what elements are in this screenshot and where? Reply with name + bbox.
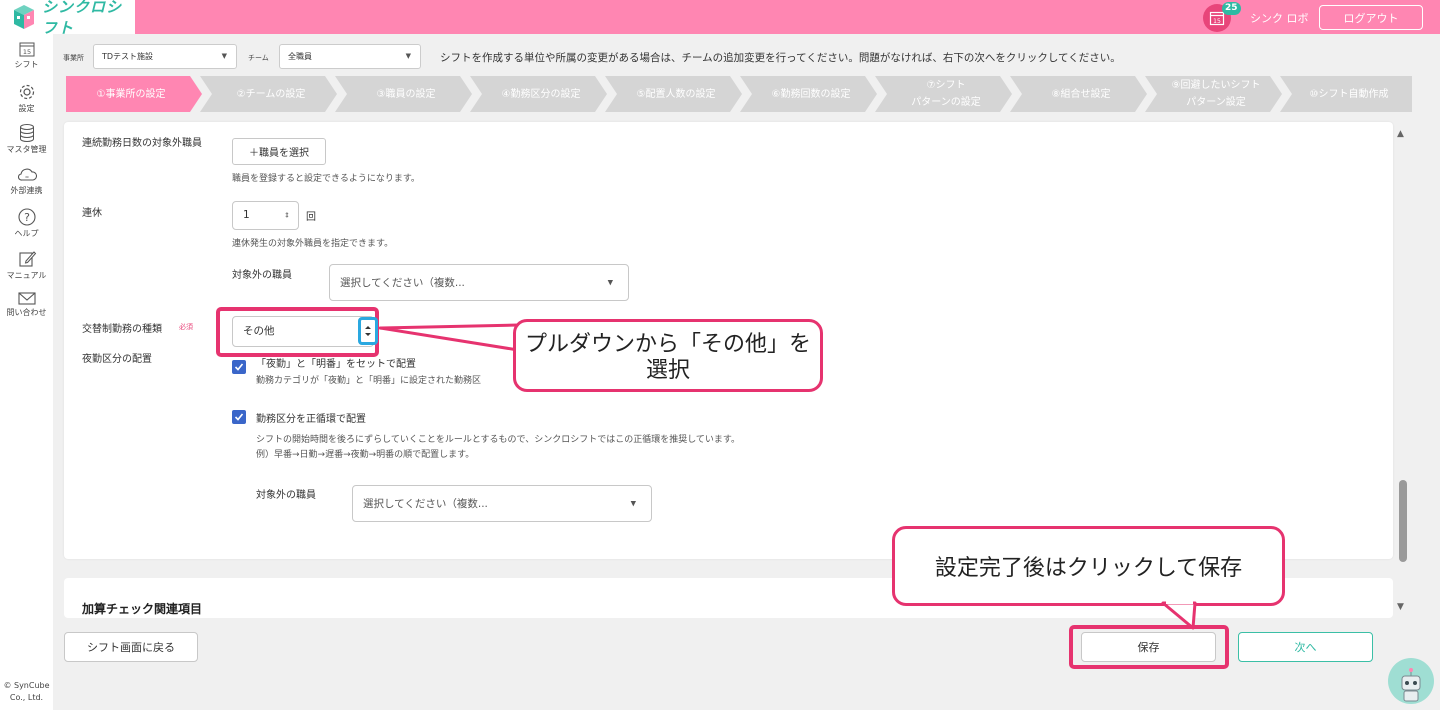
highlight-save-button xyxy=(1069,625,1229,669)
rotation-hint-2: 例）早番→日勤→遅番→夜勤→明番の順で配置します。 xyxy=(256,450,475,460)
sidebar-item-contact[interactable]: 問い合わせ xyxy=(0,290,53,318)
excluded-staff-label-2: 対象外の職員 xyxy=(256,490,316,501)
svg-text:?: ? xyxy=(24,211,30,224)
user-name: シンク ロボ xyxy=(1250,12,1309,25)
rotation-label: 勤務区分を正循環で配置 xyxy=(256,414,366,425)
callout-pointer-1 xyxy=(378,323,520,352)
team-filter-label: チーム xyxy=(248,54,269,62)
sidebar-item-label: マニュアル xyxy=(6,271,47,280)
sidebar-item-help[interactable]: ? ヘルプ xyxy=(0,207,53,239)
step-7[interactable]: ⑦シフト パターンの設定 xyxy=(881,76,1011,112)
callout-select-other: プルダウンから「その他」を 選択 xyxy=(513,319,823,392)
excluded-staff-select[interactable]: 選択してください（複数... ▼ xyxy=(329,264,629,301)
callout-save: 設定完了後はクリックして保存 xyxy=(892,526,1285,606)
svg-text:∞: ∞ xyxy=(24,175,28,181)
svg-text:15: 15 xyxy=(22,48,30,56)
logo-cube-icon xyxy=(12,4,36,30)
sidebar-item-label: ヘルプ xyxy=(14,229,39,238)
night-set-checkbox[interactable] xyxy=(232,360,246,374)
step-4[interactable]: ④勤務区分の設定 xyxy=(476,76,606,112)
mail-icon xyxy=(17,292,36,305)
step-8[interactable]: ⑧組合せ設定 xyxy=(1016,76,1146,112)
step-2[interactable]: ②チームの設定 xyxy=(206,76,336,112)
highlight-dropdown-arrow xyxy=(358,317,378,345)
sidebar: 15 シフト 設定 マスタ管理 ∞ 外部連携 ? ヘルプ マニュアル 問い合わせ… xyxy=(0,34,53,710)
step-1[interactable]: ①事業所の設定 xyxy=(66,76,196,112)
scroll-down-icon[interactable]: ▼ xyxy=(1397,602,1404,612)
top-header: シンクロシフト 15 25 シンク ロボ ログアウト xyxy=(0,0,1440,37)
assistant-robot-icon[interactable] xyxy=(1388,658,1434,704)
sidebar-item-label: 設定 xyxy=(18,104,35,113)
chevron-down-icon: ▼ xyxy=(221,52,227,60)
addition-check-title: 加算チェック関連項目 xyxy=(82,602,203,616)
renkyu-hint: 連休発生の対象外職員を指定できます。 xyxy=(232,239,394,249)
app-name: シンクロシフト xyxy=(42,0,123,37)
sidebar-item-manual[interactable]: マニュアル xyxy=(0,249,53,281)
office-select[interactable]: TDテスト施設 ▼ xyxy=(93,44,237,69)
cloud-icon: ∞ xyxy=(17,168,37,181)
consecutive-excluded-label: 連続勤務日数の対象外職員 xyxy=(82,138,202,149)
app-logo[interactable]: シンクロシフト xyxy=(0,0,135,37)
office-filter-label: 事業所 xyxy=(63,54,84,62)
chevron-down-icon: ▼ xyxy=(607,278,613,286)
sidebar-item-label: シフト xyxy=(14,60,39,69)
database-icon xyxy=(19,124,34,142)
sidebar-item-label: 問い合わせ xyxy=(6,308,47,317)
highlight-shift-type xyxy=(216,307,379,357)
check-icon xyxy=(234,413,244,421)
back-to-shift-button[interactable]: シフト画面に戻る xyxy=(64,632,198,662)
renkyu-label: 連休 xyxy=(82,208,102,219)
excluded-staff-select-2[interactable]: 選択してください（複数... ▼ xyxy=(352,485,652,522)
logout-button[interactable]: ログアウト xyxy=(1319,5,1423,30)
chevron-down-icon: ▼ xyxy=(630,499,636,507)
edit-icon xyxy=(18,251,36,267)
renkyu-stepper[interactable]: 1 ⇕ xyxy=(232,201,299,230)
filter-instruction: シフトを作成する単位や所属の変更がある場合は、チームの追加変更を行ってください。… xyxy=(440,52,1121,64)
next-button[interactable]: 次へ xyxy=(1238,632,1373,662)
step-9[interactable]: ⑨回避したいシフト パターン設定 xyxy=(1151,76,1281,112)
stepper-icon: ⇕ xyxy=(284,211,290,219)
help-icon: ? xyxy=(17,208,36,226)
select-staff-hint: 職員を登録すると設定できるようになります。 xyxy=(232,174,420,184)
sidebar-item-label: 外部連携 xyxy=(10,186,43,195)
check-icon xyxy=(234,363,244,371)
notification-count-badge: 25 xyxy=(1222,2,1241,15)
step-5[interactable]: ⑤配置人数の設定 xyxy=(611,76,741,112)
calendar-icon: 15 xyxy=(19,42,34,57)
rotation-hint-1: シフトの開始時間を後ろにずらしていくことをルールとするもので、シンクロシフトでは… xyxy=(256,435,741,445)
svg-text:15: 15 xyxy=(1213,18,1221,25)
night-placement-label: 夜勤区分の配置 xyxy=(82,354,152,365)
rotation-checkbox[interactable] xyxy=(232,410,246,424)
setup-steps: ①事業所の設定 ②チームの設定 ③職員の設定 ④勤務区分の設定 ⑤配置人数の設定… xyxy=(66,76,1412,112)
select-staff-button[interactable]: ＋職員を選択 xyxy=(232,138,326,165)
excluded-staff-label: 対象外の職員 xyxy=(232,270,292,281)
step-10[interactable]: ⑩シフト自動作成 xyxy=(1286,76,1412,112)
footer-bar xyxy=(53,618,1440,710)
shift-type-label: 交替制勤務の種類 xyxy=(82,324,162,335)
copyright: © SynCube Co., Ltd. xyxy=(3,681,50,702)
sidebar-item-master[interactable]: マスタ管理 xyxy=(0,123,53,155)
required-badge: 必須 xyxy=(179,323,193,331)
chevron-down-icon: ▼ xyxy=(405,52,411,60)
renkyu-unit: 回 xyxy=(306,212,316,223)
scrollbar-thumb[interactable] xyxy=(1399,480,1407,562)
sidebar-item-label: マスタ管理 xyxy=(6,145,47,154)
sidebar-item-integration[interactable]: ∞ 外部連携 xyxy=(0,166,53,196)
select-arrows-icon xyxy=(365,326,371,336)
scroll-up-icon[interactable]: ▲ xyxy=(1397,129,1404,139)
sidebar-item-shift[interactable]: 15 シフト xyxy=(0,40,53,70)
step-3[interactable]: ③職員の設定 xyxy=(341,76,471,112)
step-6[interactable]: ⑥勤務回数の設定 xyxy=(746,76,876,112)
sidebar-item-settings[interactable]: 設定 xyxy=(0,82,53,114)
gear-icon xyxy=(19,84,34,100)
team-select[interactable]: 全職員 ▼ xyxy=(279,44,421,69)
